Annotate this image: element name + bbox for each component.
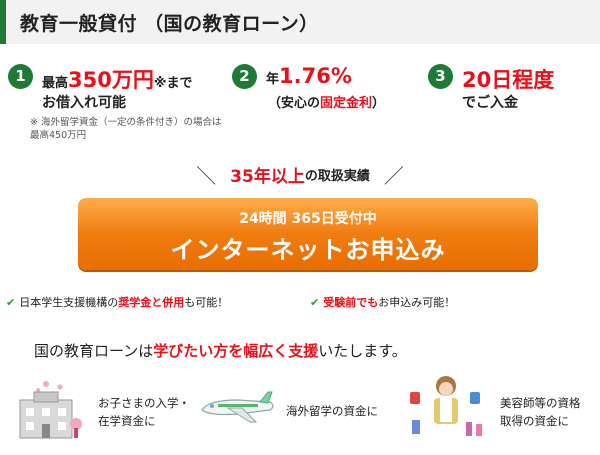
- feature-line2: でご入金: [462, 95, 518, 111]
- use-case-school: お子さまの入学・ 在学資金に: [10, 378, 190, 444]
- number-badge: 1: [8, 64, 33, 89]
- use-case-label: 海外留学の資金に: [286, 404, 378, 418]
- achievement-suffix: の取扱実績: [304, 169, 370, 184]
- page-title: 教育一般貸付 （国の教育ローン）: [20, 13, 319, 35]
- use-case-beautician: 美容師等の資格 取得の資金に: [404, 376, 581, 446]
- check-item-before-exam: ✔ 受験前でもお申込み可能！: [310, 296, 456, 309]
- cta-sub-label: 24時間 365日受付中: [239, 211, 377, 227]
- feature-highlight: 20日程度: [462, 68, 555, 92]
- check-icon: ✔: [310, 296, 320, 309]
- feature-line2-open: （安心の: [268, 96, 321, 111]
- number-badge: 3: [428, 64, 453, 89]
- number-badge: 2: [232, 64, 257, 89]
- right-slash: ／: [383, 164, 404, 188]
- feature-highlight: 350万円: [68, 68, 154, 92]
- footnote: ※ 海外留学資金（一定の条件付き）の場合は最高450万円: [30, 117, 222, 141]
- internet-apply-button[interactable]: 24時間 365日受付中 インターネットお申込み: [78, 198, 538, 270]
- check-item-scholarship: ✔ 日本学生支援機構の奨学金と併用も可能！: [6, 296, 229, 309]
- feature-line2: お借入れ可能: [42, 95, 126, 111]
- use-case-label: お子さまの入学・ 在学資金に: [98, 396, 190, 428]
- cta-main-label: インターネットお申込み: [170, 236, 446, 264]
- achievement-highlight: 35年以上: [230, 167, 305, 187]
- fixed-rate-text: 固定金利: [320, 96, 373, 111]
- school-building-icon: [19, 381, 82, 439]
- feature-prefix: 最高: [42, 76, 69, 91]
- left-slash: ＼: [196, 164, 217, 188]
- check-icon: ✔: [6, 296, 16, 309]
- feature-line2-close: ）: [372, 96, 386, 111]
- use-case-label: 美容師等の資格 取得の資金に: [500, 396, 581, 428]
- feature-highlight: 1.76%: [279, 64, 352, 88]
- airplane-icon: [201, 391, 274, 423]
- use-case-study-abroad: 海外留学の資金に: [198, 378, 378, 444]
- beautician-icon: [410, 376, 482, 436]
- lead-text: 国の教育ローンは学びたい方を幅広く支援いたします。: [34, 342, 407, 360]
- feature-suffix: ※まで: [153, 76, 193, 91]
- achievement-banner: ＼ 35年以上の取扱実績 ／: [0, 160, 600, 189]
- page-header: 教育一般貸付 （国の教育ローン）: [0, 0, 600, 44]
- feature-prefix: 年: [266, 72, 280, 87]
